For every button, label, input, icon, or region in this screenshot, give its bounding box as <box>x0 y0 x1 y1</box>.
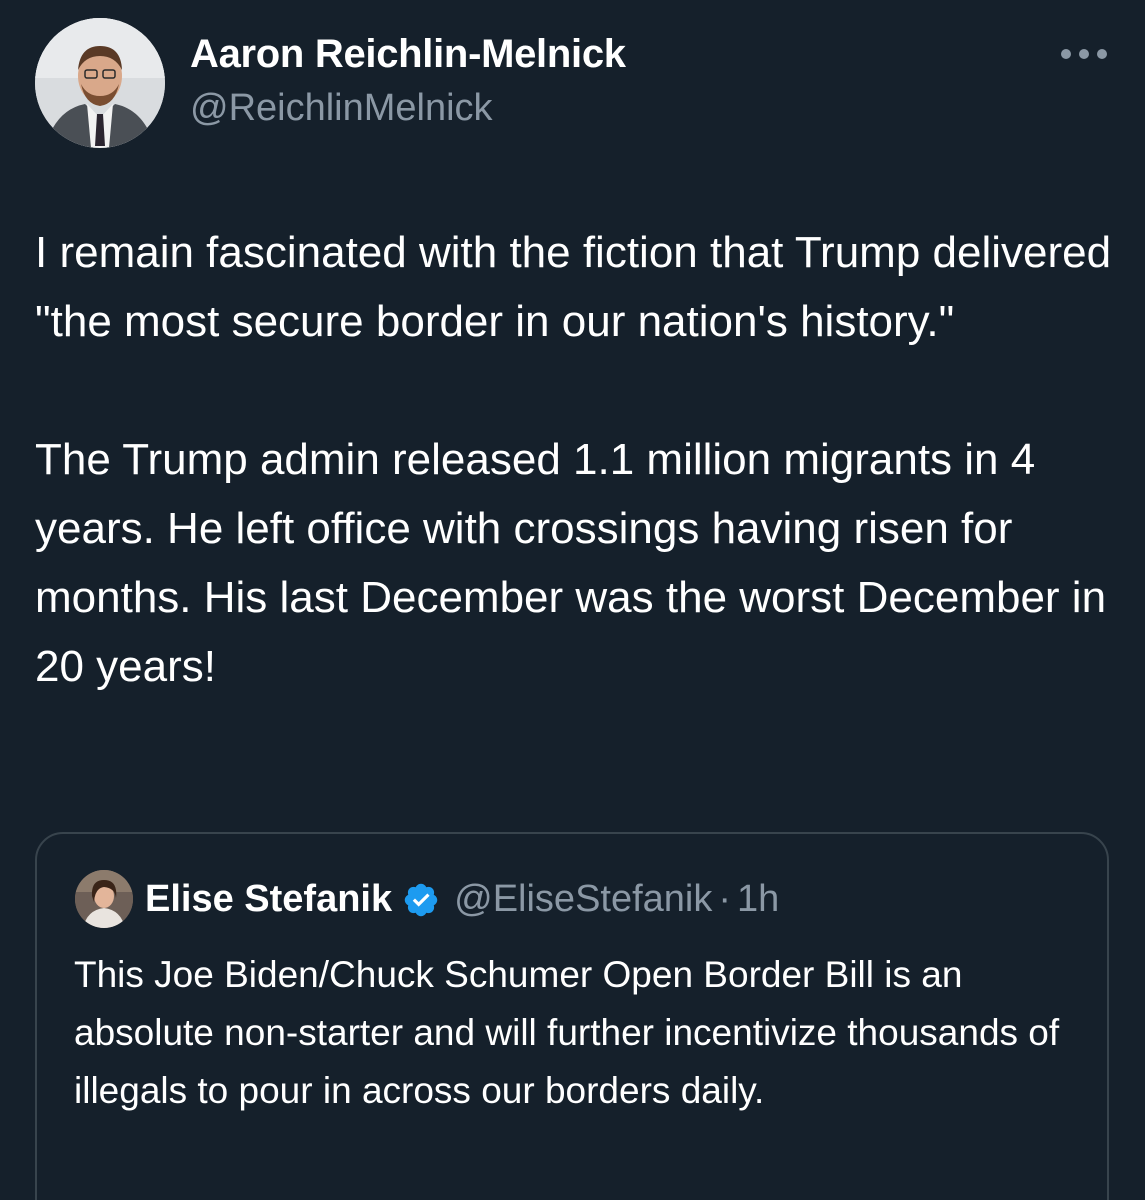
more-horizontal-icon <box>1061 49 1107 59</box>
header-separator: · <box>718 878 732 920</box>
quoted-author-avatar-image <box>75 870 133 928</box>
quoted-tweet-card[interactable]: Elise Stefanik @EliseStefanik · 1h This … <box>35 832 1109 1200</box>
quoted-author-avatar[interactable] <box>75 870 133 928</box>
quoted-tweet-timestamp[interactable]: 1h <box>737 878 779 921</box>
author-handle[interactable]: @ReichlinMelnick <box>190 87 493 130</box>
quoted-tweet-text: This Joe Biden/Chuck Schumer Open Border… <box>74 954 1060 1111</box>
author-name[interactable]: Aaron Reichlin-Melnick <box>190 32 626 77</box>
quoted-author-name[interactable]: Elise Stefanik <box>145 878 392 921</box>
tweet: Aaron Reichlin-Melnick @ReichlinMelnick … <box>0 0 1145 1200</box>
quoted-tweet-header: Elise Stefanik @EliseStefanik · 1h <box>145 878 779 921</box>
more-options-button[interactable] <box>1058 40 1110 68</box>
author-avatar-image <box>35 18 165 148</box>
quoted-author-handle[interactable]: @EliseStefanik <box>454 878 712 921</box>
tweet-text: I remain fascinated with the fiction tha… <box>35 228 1112 691</box>
author-avatar[interactable] <box>35 18 165 148</box>
verified-badge-icon <box>402 881 440 919</box>
